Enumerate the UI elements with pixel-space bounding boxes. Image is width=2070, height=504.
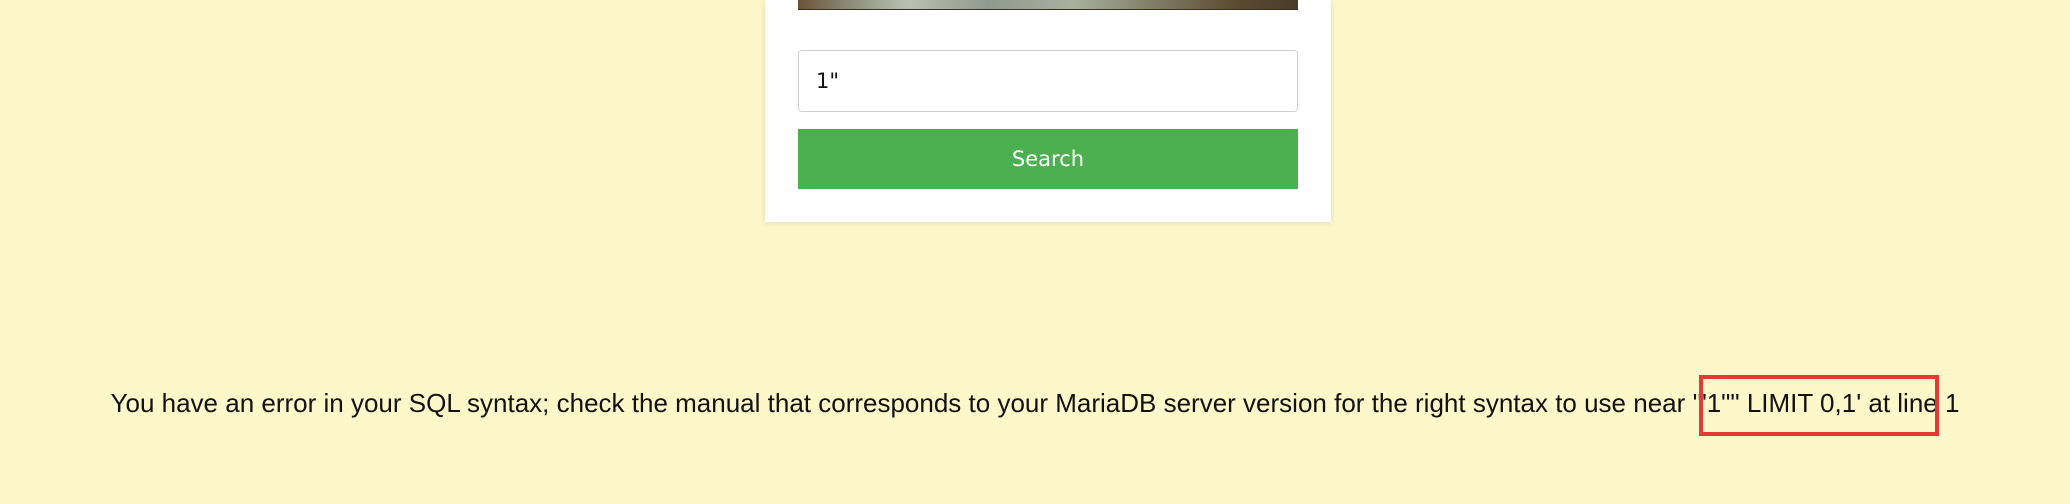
search-input[interactable]	[798, 50, 1298, 112]
search-card: Search	[765, 0, 1331, 222]
sql-error-message: You have an error in your SQL syntax; ch…	[110, 388, 1960, 418]
search-button[interactable]: Search	[798, 129, 1298, 189]
header-image	[798, 0, 1298, 10]
